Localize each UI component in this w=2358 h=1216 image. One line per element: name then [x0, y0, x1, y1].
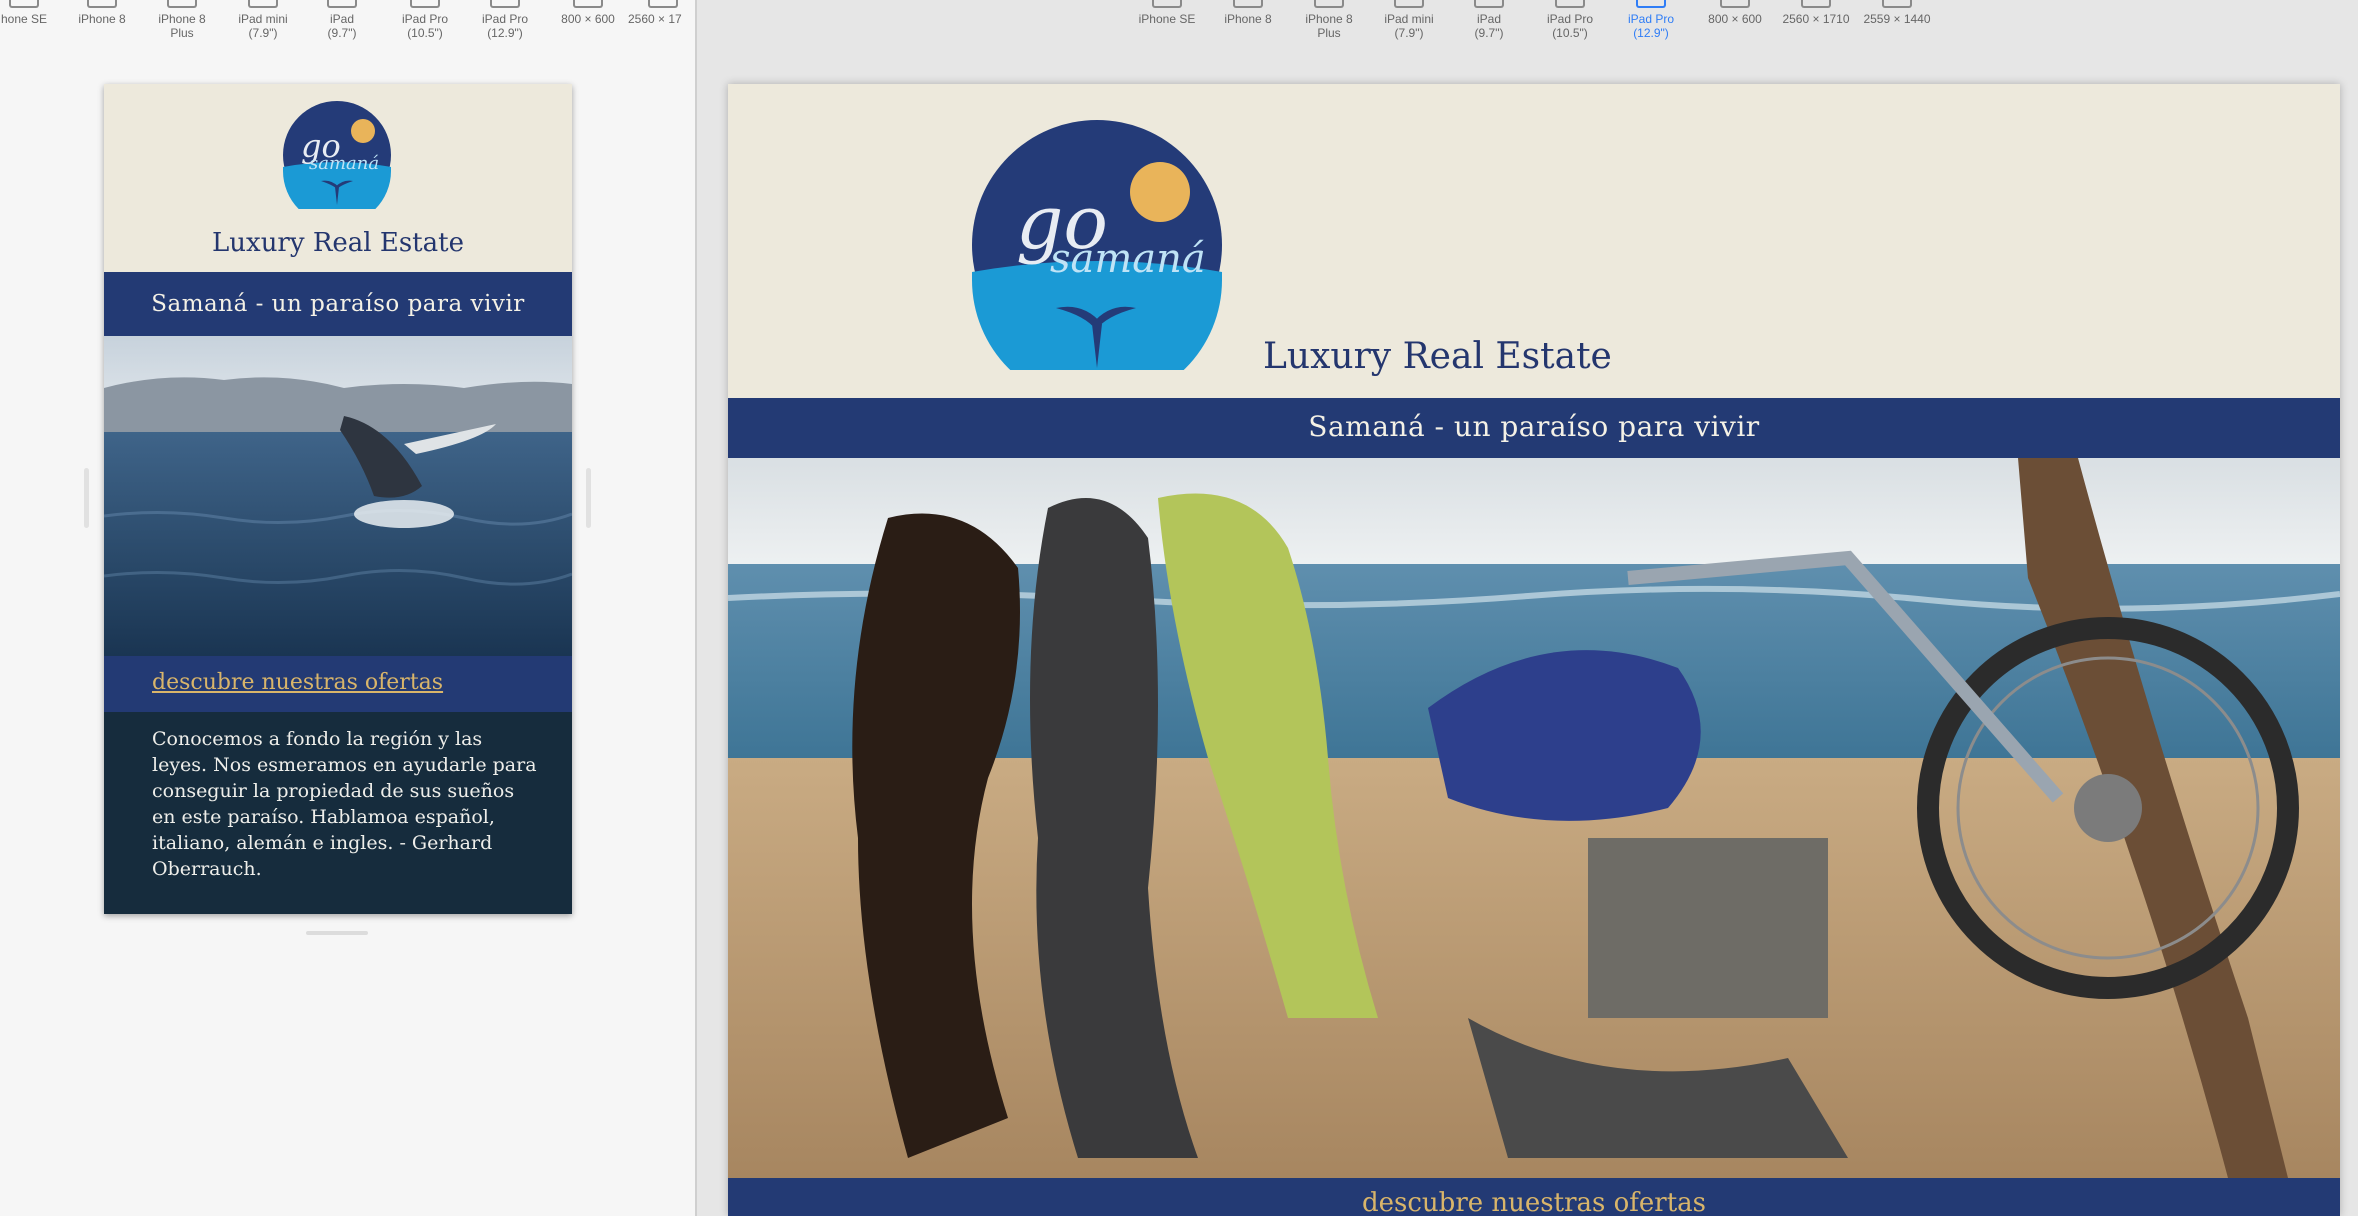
offers-band: descubre nuestras ofertas [104, 656, 572, 712]
whale-photo [104, 336, 572, 656]
tagline-text: Samaná - un paraíso para vivir [151, 291, 525, 317]
brand-title: Luxury Real Estate [1263, 336, 1612, 377]
device-2559x1440[interactable]: 2559 × 1440 [1857, 0, 1937, 26]
device-iphone-se[interactable]: iPhone SE [1135, 0, 1199, 26]
logo-emblem: go samaná [283, 101, 391, 209]
logo-samana-text: samaná [1050, 236, 1206, 282]
tablet-icon [1636, 0, 1666, 8]
gosamana-logo: go samaná [283, 101, 391, 209]
tablet-icon [1394, 0, 1424, 8]
monitor-icon [1720, 0, 1750, 8]
monitor-icon [648, 0, 678, 8]
beach-image [728, 458, 2340, 1178]
tagline-text: Samaná - un paraíso para vivir [1308, 410, 1760, 443]
monitor-icon [573, 0, 603, 8]
phone-icon [1152, 0, 1182, 8]
device-ipad-pro-10[interactable]: iPad Pro (10.5") [390, 0, 460, 40]
home-indicator [306, 931, 368, 935]
tagline-band: Samaná - un paraíso para vivir [104, 272, 572, 336]
device-ipad-mini[interactable]: iPad mini (7.9") [228, 0, 298, 40]
device-ipad-pro-10[interactable]: iPad Pro (10.5") [1534, 0, 1606, 40]
offers-band: descubre nuestras ofertas [728, 1178, 2340, 1216]
resize-handle-right[interactable] [586, 468, 591, 528]
tablet-site-preview: go samaná Luxury Real Estate Samaná - un… [728, 84, 2340, 1216]
whale-image [104, 336, 572, 656]
device-800x600[interactable]: 800 × 600 [1700, 0, 1770, 26]
about-text: Conocemos a fondo la región y las leyes.… [152, 728, 537, 880]
monitor-icon [1801, 0, 1831, 8]
device-ipad-pro-12-selected[interactable]: iPad Pro (12.9") [1615, 0, 1687, 40]
device-ipad[interactable]: iPad (9.7") [310, 0, 374, 40]
phone-icon [87, 0, 117, 8]
phone-icon [1314, 0, 1344, 8]
device-ipad[interactable]: iPad (9.7") [1457, 0, 1521, 40]
device-iphone-8[interactable]: iPhone 8 [1216, 0, 1280, 26]
phone-icon [9, 0, 39, 8]
about-section: Conocemos a fondo la región y las leyes.… [104, 712, 572, 914]
device-800x600[interactable]: 800 × 600 [553, 0, 623, 26]
device-iphone-8-plus[interactable]: iPhone 8 Plus [150, 0, 214, 40]
phone-icon [167, 0, 197, 8]
phone-icon [1233, 0, 1263, 8]
offers-link[interactable]: descubre nuestras ofertas [152, 670, 443, 695]
device-iphone-8[interactable]: iPhone 8 [70, 0, 134, 26]
device-2560x1710[interactable]: 2560 × 17 [628, 0, 698, 26]
tablet-icon [248, 0, 278, 8]
brand-title: Luxury Real Estate [212, 228, 464, 258]
tablet-icon [490, 0, 520, 8]
logo-samana-text: samaná [309, 153, 379, 174]
tablet-icon [327, 0, 357, 8]
tablet-icon [410, 0, 440, 8]
tablet-icon [1474, 0, 1504, 8]
device-iphone-se[interactable]: hone SE [0, 0, 54, 26]
tagline-band: Samaná - un paraíso para vivir [728, 398, 2340, 458]
device-iphone-8-plus[interactable]: iPhone 8 Plus [1297, 0, 1361, 40]
device-ipad-mini[interactable]: iPad mini (7.9") [1373, 0, 1445, 40]
mobile-site-preview: go samaná Luxury Real Estate Samaná - un… [104, 84, 572, 914]
resize-handle-left[interactable] [84, 468, 89, 528]
device-ipad-pro-12[interactable]: iPad Pro (12.9") [470, 0, 540, 40]
device-2560x1710[interactable]: 2560 × 1710 [1776, 0, 1856, 26]
tablet-icon [1555, 0, 1585, 8]
logo-emblem: go samaná [972, 120, 1222, 370]
offers-link[interactable]: descubre nuestras ofertas [728, 1178, 2340, 1216]
beach-motorcycle-photo [728, 458, 2340, 1178]
gosamana-logo: go samaná [972, 120, 1222, 370]
monitor-icon [1882, 0, 1912, 8]
left-preview-pane: hone SE iPhone 8 iPhone 8 Plus iPad mini… [0, 0, 695, 1216]
